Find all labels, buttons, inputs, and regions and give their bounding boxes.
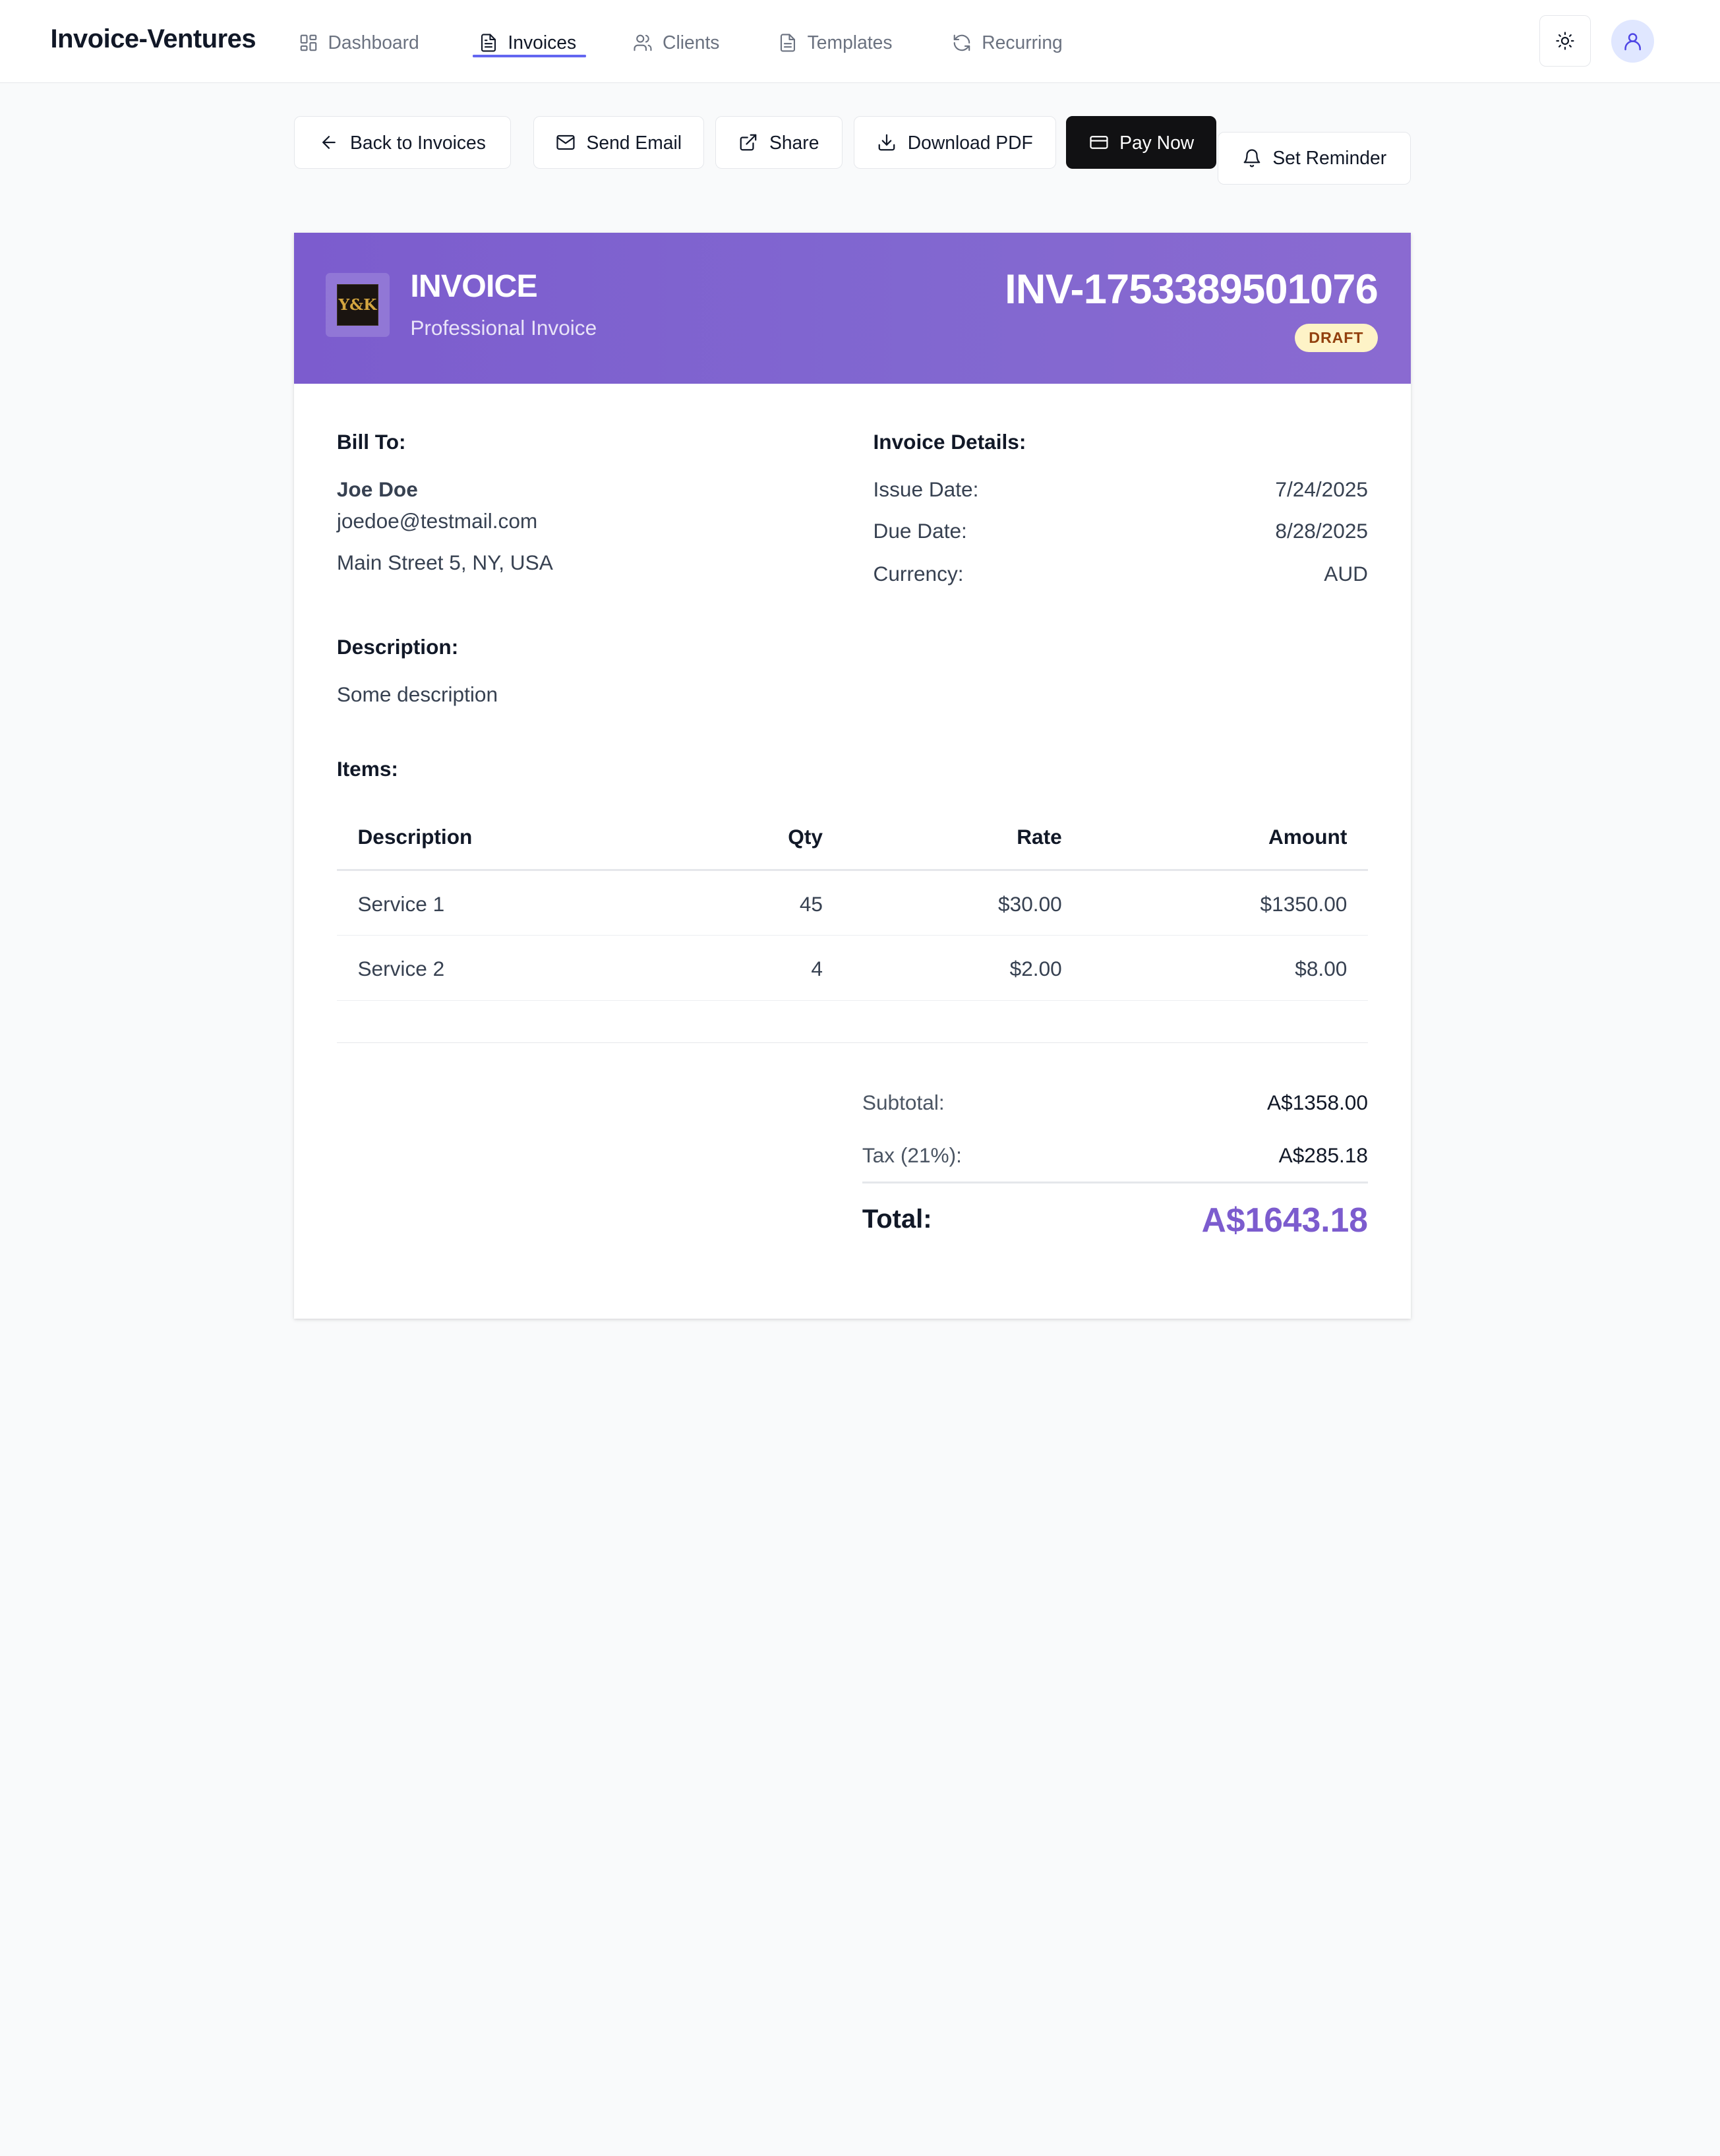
due-date-value: 8/28/2025 bbox=[1275, 519, 1368, 543]
nav-item-label: Templates bbox=[807, 32, 893, 53]
bill-to-heading: Bill To: bbox=[336, 430, 406, 454]
send-email-button[interactable]: Send Email bbox=[533, 116, 705, 169]
client-email: joedoe@testmail.com bbox=[336, 509, 538, 533]
table-row: Service 2 4 $2.00 $8.00 bbox=[336, 936, 1368, 1001]
button-label: Back to Invoices bbox=[350, 131, 486, 153]
item-amount: $8.00 bbox=[1295, 956, 1348, 980]
active-tab-indicator bbox=[473, 55, 586, 57]
user-icon bbox=[1624, 33, 1642, 51]
item-amount: $1350.00 bbox=[1260, 891, 1348, 916]
file-icon bbox=[780, 34, 795, 52]
column-header-amount: Amount bbox=[1268, 825, 1348, 849]
mail-icon bbox=[556, 135, 575, 150]
invoice-details-heading: Invoice Details: bbox=[873, 430, 1026, 454]
bell-icon bbox=[1243, 149, 1260, 167]
grid-icon bbox=[300, 34, 316, 51]
nav-item-templates[interactable]: Templates bbox=[778, 28, 893, 57]
issue-date-label: Issue Date: bbox=[873, 477, 979, 501]
external-link-icon bbox=[740, 134, 757, 151]
download-pdf-button[interactable]: Download PDF bbox=[853, 116, 1057, 169]
client-name: Joe Doe bbox=[336, 477, 418, 501]
user-avatar-button[interactable] bbox=[1611, 19, 1655, 63]
column-header-qty: Qty bbox=[788, 825, 823, 849]
invoice-header: Y&K INVOICE Professional Invoice INV-175… bbox=[293, 232, 1411, 384]
total-label: Total: bbox=[862, 1205, 932, 1234]
nav-item-recurring[interactable]: Recurring bbox=[952, 28, 1063, 57]
nav-item-label: Dashboard bbox=[328, 32, 419, 53]
button-label: Share bbox=[769, 131, 819, 153]
column-header-rate: Rate bbox=[1017, 825, 1062, 849]
users-icon bbox=[634, 34, 652, 51]
pay-now-button[interactable]: Pay Now bbox=[1066, 116, 1217, 169]
subtotal-label: Subtotal: bbox=[862, 1091, 945, 1114]
currency-label: Currency: bbox=[873, 561, 964, 585]
tax-value: A$285.18 bbox=[1278, 1143, 1368, 1167]
nav-item-invoices[interactable]: Invoices bbox=[479, 28, 577, 57]
due-date-label: Due Date: bbox=[873, 519, 967, 543]
brand-logo[interactable]: Invoice-Ventures bbox=[51, 24, 256, 54]
item-qty: 4 bbox=[811, 956, 823, 980]
nav-item-label: Invoices bbox=[508, 32, 577, 53]
totals-divider bbox=[336, 1042, 1368, 1044]
share-button[interactable]: Share bbox=[715, 116, 843, 169]
status-badge: DRAFT bbox=[1294, 323, 1378, 353]
client-address: Main Street 5, NY, USA bbox=[336, 551, 553, 575]
theme-toggle-button[interactable] bbox=[1539, 15, 1591, 67]
arrow-left-icon bbox=[322, 136, 336, 150]
tax-label: Tax (21%): bbox=[862, 1143, 962, 1167]
button-label: Set Reminder bbox=[1272, 147, 1387, 169]
subtotal-value: A$1358.00 bbox=[1267, 1091, 1368, 1114]
column-header-description: Description bbox=[357, 825, 473, 849]
nav-item-clients[interactable]: Clients bbox=[633, 28, 719, 57]
refresh-icon bbox=[954, 34, 970, 51]
nav-item-label: Clients bbox=[663, 32, 720, 53]
nav-item-label: Recurring bbox=[982, 32, 1063, 53]
issue-date-value: 7/24/2025 bbox=[1275, 477, 1368, 501]
company-logo: Y&K bbox=[326, 273, 390, 337]
logo-mark: Y&K bbox=[336, 284, 379, 326]
table-row: Service 1 45 $30.00 $1350.00 bbox=[336, 871, 1368, 936]
sun-icon bbox=[1556, 32, 1574, 50]
back-to-invoices-button[interactable]: Back to Invoices bbox=[293, 116, 512, 169]
description-text: Some description bbox=[336, 682, 498, 706]
total-value: A$1643.18 bbox=[1201, 1201, 1368, 1240]
button-label: Pay Now bbox=[1119, 131, 1195, 153]
total-divider bbox=[862, 1182, 1368, 1184]
item-description: Service 1 bbox=[357, 891, 445, 916]
invoice-card: Y&K INVOICE Professional Invoice INV-175… bbox=[293, 232, 1411, 1319]
logo-text: Y&K bbox=[338, 296, 377, 314]
invoice-number: INV-1753389501076 bbox=[1005, 266, 1379, 313]
button-label: Download PDF bbox=[907, 131, 1033, 153]
item-rate: $30.00 bbox=[998, 891, 1062, 916]
document-icon bbox=[481, 34, 496, 52]
nav-item-dashboard[interactable]: Dashboard bbox=[299, 28, 419, 57]
credit-card-icon bbox=[1089, 136, 1108, 150]
items-heading: Items: bbox=[336, 757, 398, 781]
currency-value: AUD bbox=[1324, 561, 1368, 585]
invoice-title: INVOICE bbox=[410, 268, 537, 304]
top-navigation-bar: Invoice-Ventures Dashboard Invoices Clie… bbox=[0, 0, 1720, 84]
item-description: Service 2 bbox=[357, 956, 445, 980]
set-reminder-button[interactable]: Set Reminder bbox=[1218, 131, 1411, 185]
item-qty: 45 bbox=[799, 891, 823, 916]
item-rate: $2.00 bbox=[1009, 956, 1062, 980]
button-label: Send Email bbox=[586, 131, 682, 153]
download-icon bbox=[878, 134, 895, 151]
description-heading: Description: bbox=[336, 635, 459, 659]
invoice-subtitle: Professional Invoice bbox=[410, 316, 597, 340]
